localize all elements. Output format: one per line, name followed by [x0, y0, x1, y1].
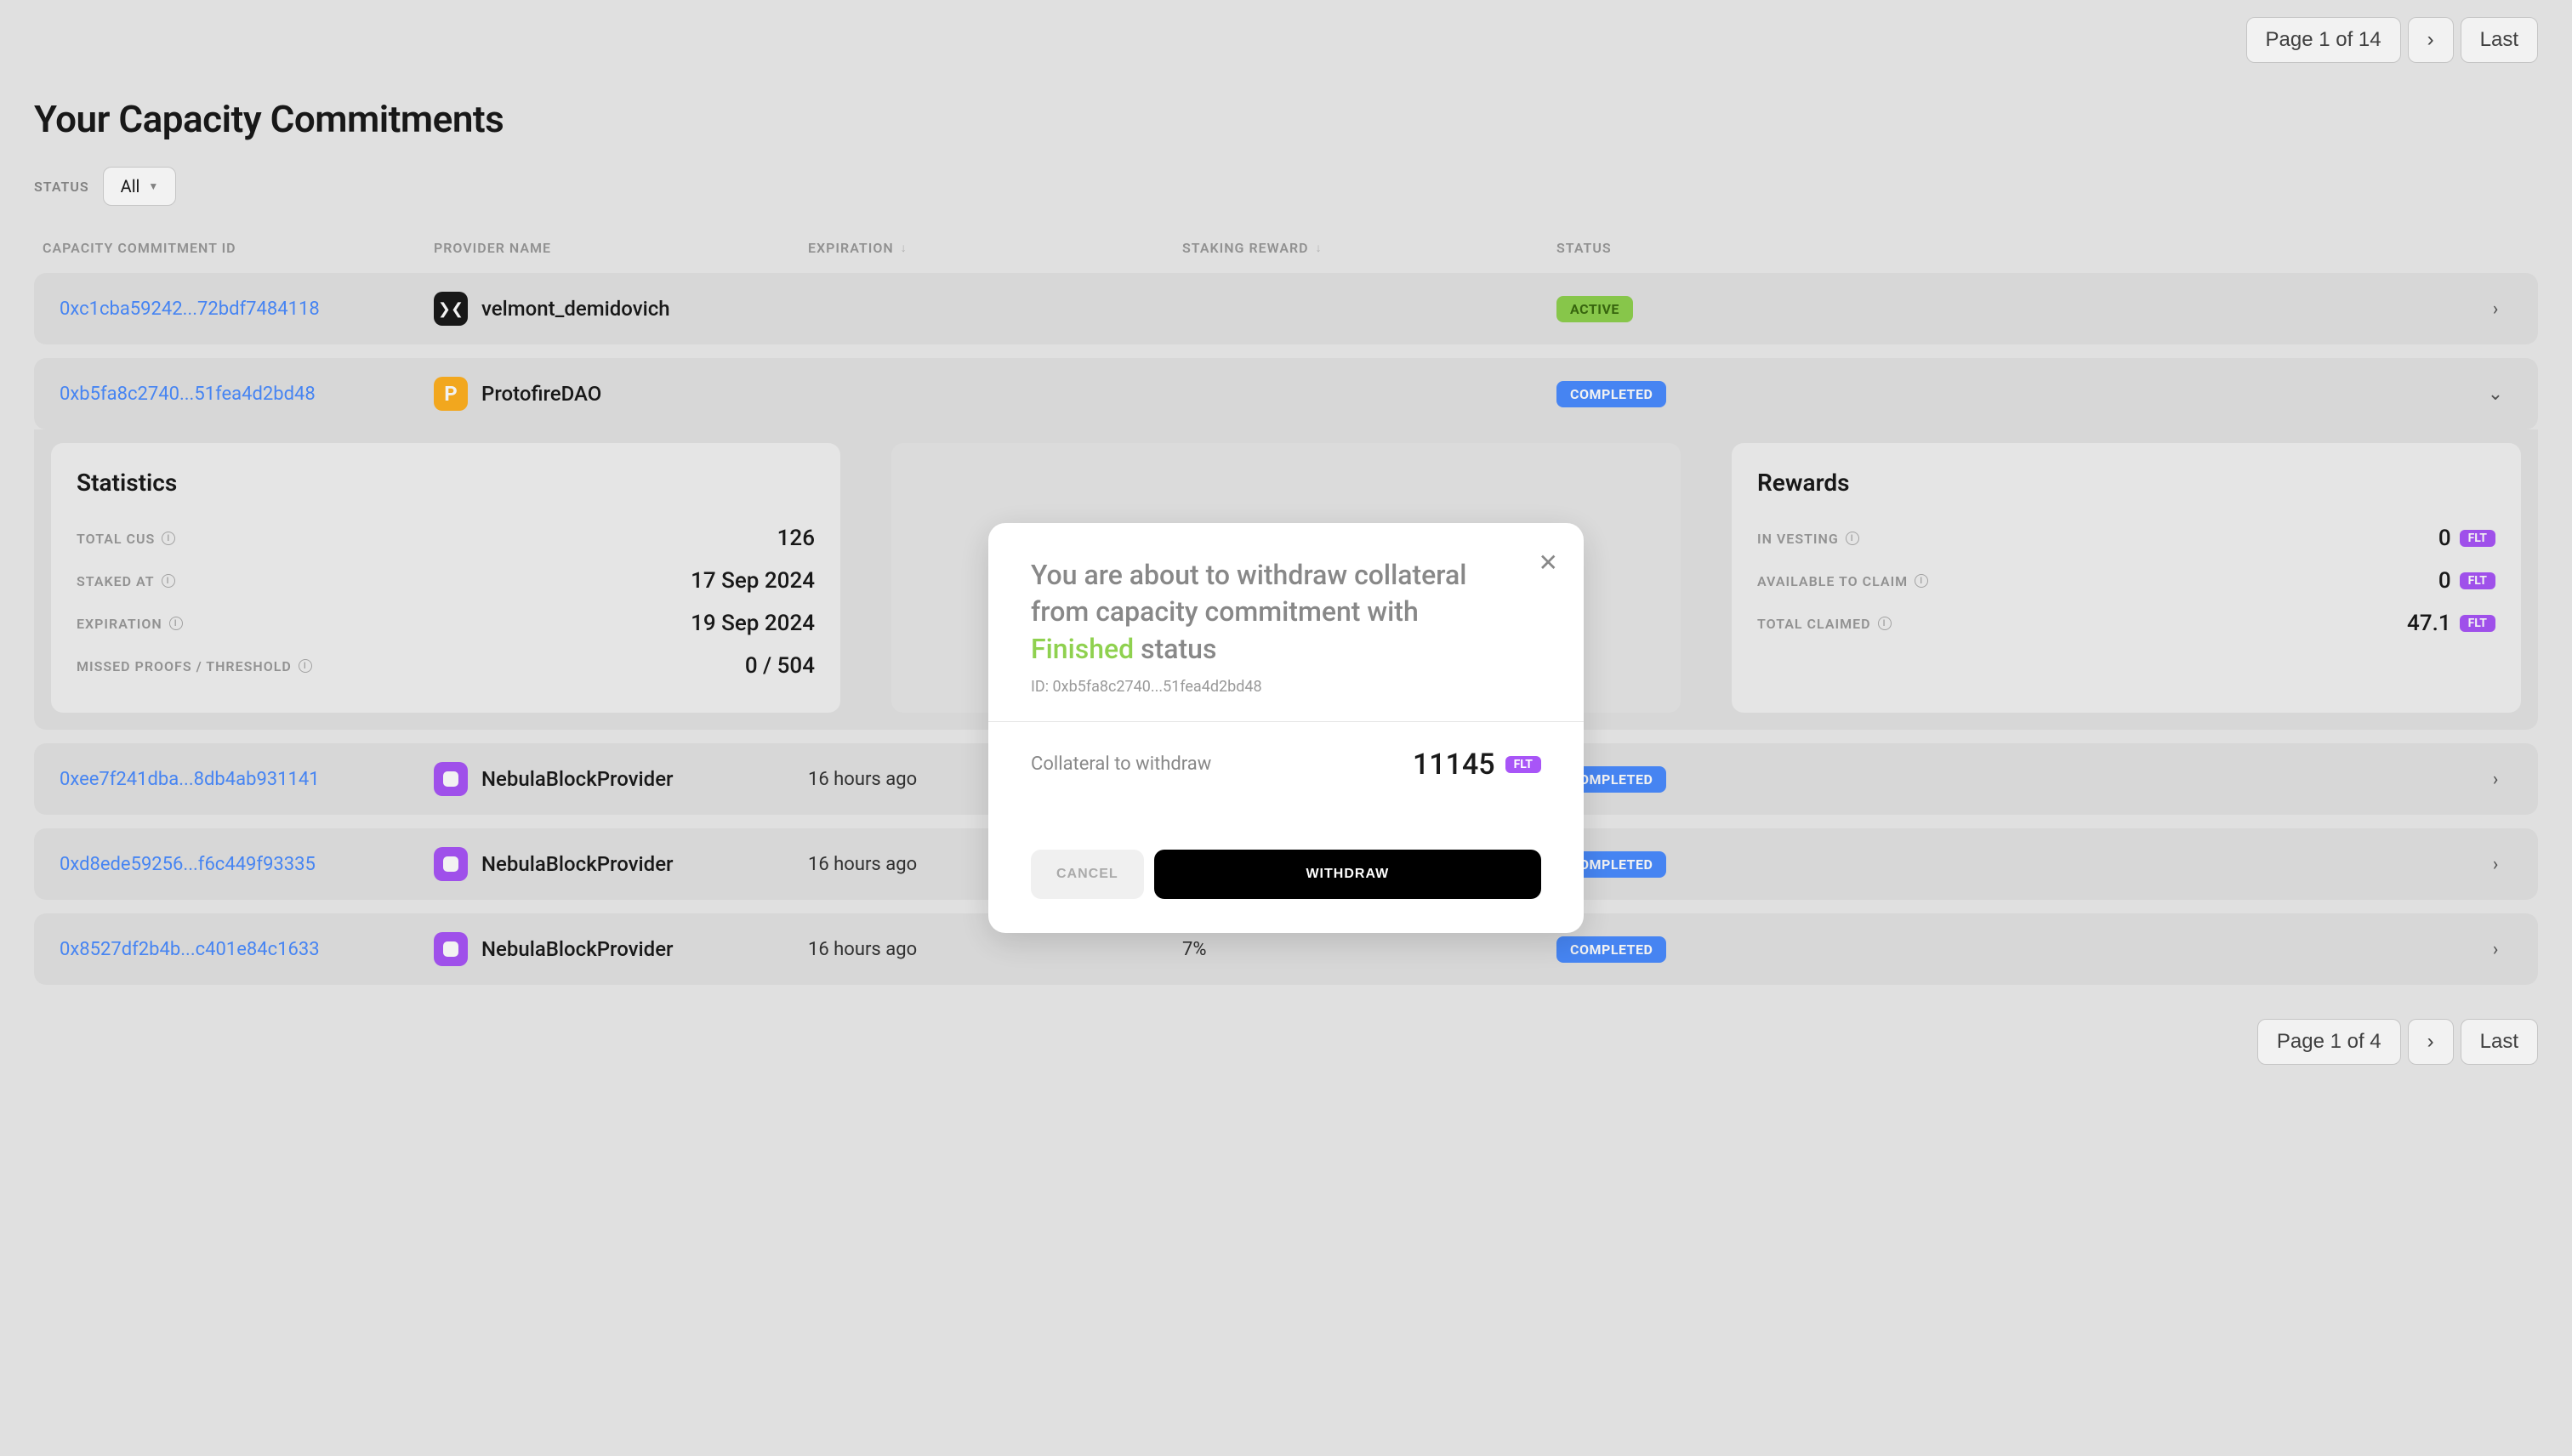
modal-title: You are about to withdraw collateral fro… — [1031, 557, 1541, 668]
collateral-label: Collateral to withdraw — [1031, 754, 1211, 775]
withdraw-collateral-modal: ✕ You are about to withdraw collateral f… — [988, 523, 1584, 933]
collateral-value: 11145 FLT — [1413, 748, 1541, 782]
divider — [988, 721, 1584, 722]
close-icon[interactable]: ✕ — [1539, 549, 1558, 577]
modal-overlay[interactable]: ✕ You are about to withdraw collateral f… — [0, 0, 2572, 1456]
cancel-button[interactable]: CANCEL — [1031, 850, 1144, 899]
modal-actions: CANCEL WITHDRAW — [1031, 850, 1541, 899]
flt-badge: FLT — [1505, 756, 1541, 773]
collateral-row: Collateral to withdraw 11145 FLT — [1031, 748, 1541, 782]
modal-commitment-id: ID: 0xb5fa8c2740...51fea4d2bd48 — [1031, 678, 1541, 696]
withdraw-button[interactable]: WITHDRAW — [1154, 850, 1541, 899]
